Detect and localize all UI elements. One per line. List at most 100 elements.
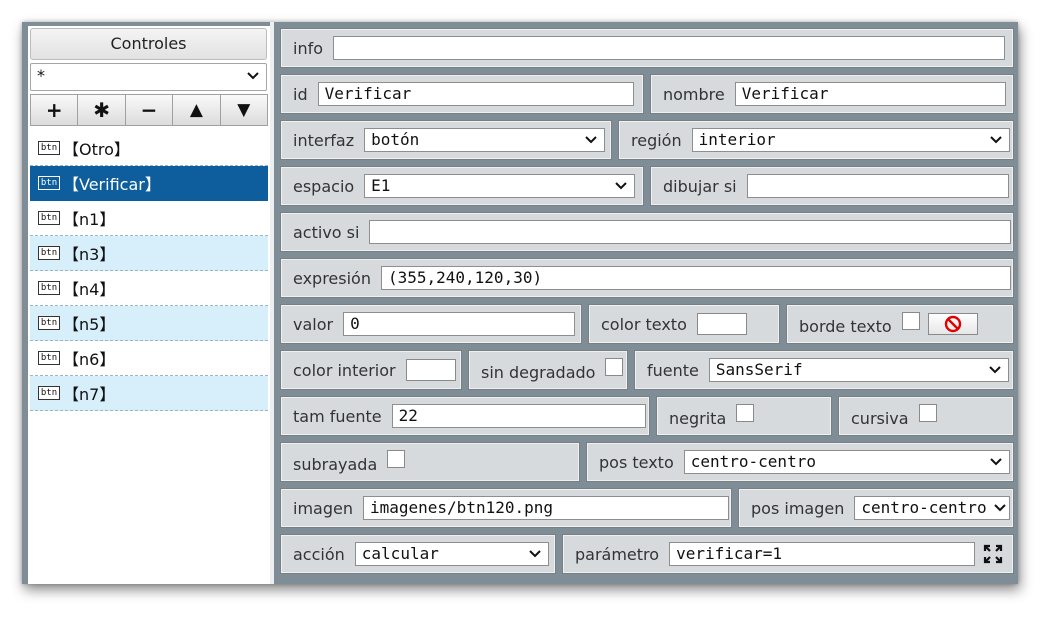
expresion-label: expresión <box>293 268 371 288</box>
color-texto-swatch[interactable] <box>696 313 747 335</box>
chevron-down-icon <box>989 366 1001 374</box>
tam-fuente-label: tam fuente <box>293 406 382 426</box>
subrayada-field-row: subrayada <box>280 442 580 482</box>
button-type-icon: btn <box>38 316 60 330</box>
cursiva-checkbox[interactable] <box>918 404 937 422</box>
button-type-icon: btn <box>38 386 60 400</box>
accion-field-row: acción calcular <box>280 534 556 574</box>
valor-input[interactable]: 0 <box>343 312 576 336</box>
controls-filter-select[interactable]: * <box>30 63 267 91</box>
info-field-row: info <box>280 28 1014 68</box>
color-texto-field-row: color texto <box>588 304 780 344</box>
id-input[interactable]: Verificar <box>317 82 634 106</box>
negrita-label: negrita <box>669 408 727 428</box>
nombre-input[interactable]: Verificar <box>734 82 1006 106</box>
chevron-down-icon <box>989 136 1002 144</box>
accion-select[interactable]: calcular <box>354 542 549 566</box>
cursiva-label: cursiva <box>851 408 909 428</box>
pos-imagen-select-value: centro-centro <box>861 498 987 517</box>
chevron-down-icon <box>990 458 1002 466</box>
interfaz-label: interfaz <box>293 130 355 150</box>
expresion-input[interactable]: (355,240,120,30) <box>380 266 1011 290</box>
imagen-input[interactable]: imagenes/btn120.png <box>362 496 729 520</box>
valor-field-row: valor 0 <box>280 304 582 344</box>
color-interior-swatch[interactable] <box>405 359 456 381</box>
chevron-down-icon <box>247 72 259 80</box>
info-input[interactable] <box>333 36 1006 60</box>
prohibited-icon <box>944 315 961 333</box>
dibujar-si-input[interactable] <box>746 174 1009 198</box>
color-interior-field-row: color interior <box>280 350 462 390</box>
move-down-button[interactable]: ▼ <box>219 94 269 126</box>
chevron-down-icon <box>529 550 541 558</box>
list-item[interactable]: btn 【n1】 <box>30 201 268 236</box>
controls-filter-value: * <box>37 66 45 85</box>
expand-icon[interactable] <box>983 544 1003 564</box>
fuente-select[interactable]: SansSerif <box>708 358 1009 382</box>
color-texto-label: color texto <box>601 314 687 334</box>
negrita-checkbox[interactable] <box>736 404 755 422</box>
nombre-label: nombre <box>663 84 725 104</box>
pos-texto-label: pos texto <box>599 452 674 472</box>
remove-control-button[interactable]: − <box>124 94 174 126</box>
controls-panel: Controles * + ✱ − ▲ ▼ btn 【Otro】 btn 【Ve… <box>28 26 270 584</box>
add-control-button[interactable]: + <box>30 94 79 126</box>
list-item[interactable]: btn 【n3】 <box>30 236 268 271</box>
button-type-icon: btn <box>38 141 60 155</box>
id-label: id <box>293 84 308 104</box>
negrita-field-row: negrita <box>656 396 832 436</box>
accion-select-value: calcular <box>361 544 439 563</box>
list-item-label: 【Verificar】 <box>63 175 161 194</box>
list-item[interactable]: btn 【n7】 <box>30 376 268 411</box>
chevron-down-icon <box>615 182 627 190</box>
dibujar-si-label: dibujar si <box>663 176 737 196</box>
no-color-button[interactable] <box>927 313 978 335</box>
fuente-select-value: SansSerif <box>715 360 803 379</box>
sin-degradado-label: sin degradado <box>481 362 596 382</box>
list-item[interactable]: btn 【n4】 <box>30 271 268 306</box>
expresion-field-row: expresión (355,240,120,30) <box>280 258 1014 298</box>
sin-degradado-checkbox[interactable] <box>605 358 624 376</box>
button-type-icon: btn <box>38 351 60 365</box>
interfaz-select[interactable]: botón <box>364 128 606 152</box>
controls-title: Controles <box>30 28 267 60</box>
region-select[interactable]: interior <box>691 128 1010 152</box>
list-item-label: 【n4】 <box>63 280 116 299</box>
list-item-label: 【n3】 <box>63 245 116 264</box>
fuente-label: fuente <box>647 360 699 380</box>
editor-window: Controles * + ✱ − ▲ ▼ btn 【Otro】 btn 【Ve… <box>22 22 1018 584</box>
parametro-input[interactable]: verificar=1 <box>669 542 976 566</box>
button-type-icon: btn <box>38 176 60 190</box>
duplicate-control-button[interactable]: ✱ <box>77 94 126 126</box>
subrayada-checkbox[interactable] <box>387 450 406 468</box>
pos-imagen-field-row: pos imagen centro-centro <box>738 488 1014 528</box>
espacio-select-value: E1 <box>371 176 391 195</box>
chevron-down-icon <box>994 504 1007 512</box>
pos-imagen-select[interactable]: centro-centro <box>854 496 1011 520</box>
button-type-icon: btn <box>38 281 60 295</box>
region-label: región <box>631 130 682 150</box>
pos-texto-select[interactable]: centro-centro <box>683 450 1010 474</box>
activo-si-input[interactable] <box>369 220 1012 244</box>
espacio-field-row: espacio E1 <box>280 166 644 206</box>
borde-texto-field-row: borde texto <box>786 304 1014 344</box>
list-item-label: 【n6】 <box>63 350 116 369</box>
espacio-select[interactable]: E1 <box>364 174 636 198</box>
borde-texto-label: borde texto <box>799 316 892 336</box>
interfaz-field-row: interfaz botón <box>280 120 612 160</box>
controls-list: btn 【Otro】 btn 【Verificar】 btn 【n1】 btn … <box>30 131 268 411</box>
borde-texto-checkbox[interactable] <box>901 312 920 330</box>
nombre-field-row: nombre Verificar <box>650 74 1014 114</box>
list-item[interactable]: btn 【Otro】 <box>30 131 268 166</box>
tam-fuente-input[interactable]: 22 <box>391 404 646 428</box>
list-item-label: 【n1】 <box>63 210 116 229</box>
list-item[interactable]: btn 【n6】 <box>30 341 268 376</box>
subrayada-label: subrayada <box>293 454 378 474</box>
move-up-button[interactable]: ▲ <box>172 94 221 126</box>
list-item-selected[interactable]: btn 【Verificar】 <box>30 166 268 201</box>
activo-si-label: activo si <box>293 222 360 242</box>
valor-label: valor <box>293 314 334 334</box>
button-type-icon: btn <box>38 211 60 225</box>
list-item[interactable]: btn 【n5】 <box>30 306 268 341</box>
list-item-label: 【n5】 <box>63 315 116 334</box>
